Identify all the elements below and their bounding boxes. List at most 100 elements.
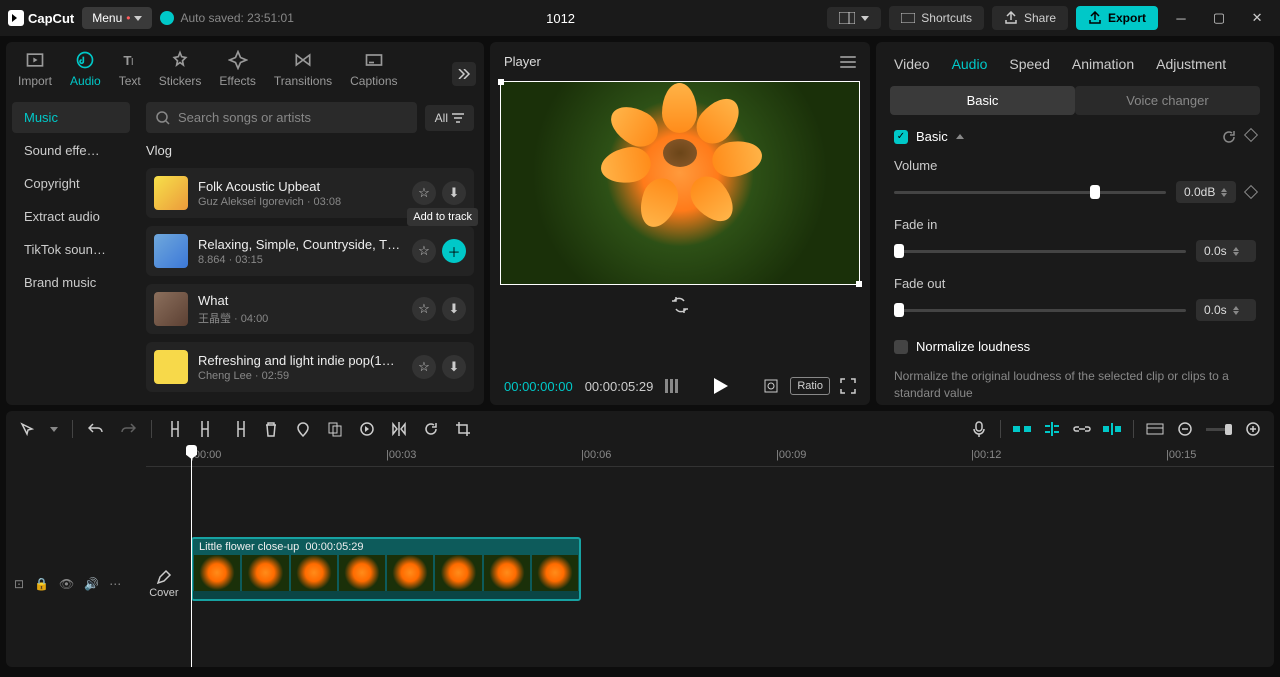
- download-button[interactable]: ⬇: [442, 355, 466, 379]
- tabs-scroll-right[interactable]: [452, 62, 476, 86]
- favorite-button[interactable]: ☆: [412, 239, 436, 263]
- play-button[interactable]: [714, 378, 728, 394]
- reset-icon[interactable]: [1222, 130, 1236, 144]
- more-icon[interactable]: ⋯: [109, 577, 121, 591]
- fullscreen-icon[interactable]: [840, 378, 856, 394]
- tool-dropdown[interactable]: [50, 427, 58, 432]
- delete-button[interactable]: [262, 421, 280, 437]
- fade-in-slider[interactable]: [894, 250, 1186, 253]
- close-button[interactable]: ✕: [1242, 3, 1272, 33]
- split-button[interactable]: [166, 421, 184, 437]
- cat-sound-effects[interactable]: Sound effe…: [12, 135, 130, 166]
- share-button[interactable]: Share: [992, 6, 1068, 30]
- minimize-button[interactable]: ─: [1166, 3, 1196, 33]
- tab-audio[interactable]: Audio: [70, 50, 101, 88]
- sub-tab-basic[interactable]: Basic: [890, 86, 1075, 115]
- section-title: Basic: [916, 129, 948, 144]
- select-tool[interactable]: [18, 422, 36, 436]
- zoom-in-button[interactable]: [1244, 422, 1262, 436]
- cat-copyright[interactable]: Copyright: [12, 168, 130, 199]
- zoom-out-button[interactable]: [1176, 422, 1194, 436]
- fade-in-value[interactable]: 0.0s: [1196, 240, 1256, 262]
- mirror-button[interactable]: [390, 422, 408, 436]
- favorite-button[interactable]: ☆: [412, 355, 436, 379]
- time-ruler[interactable]: |00:00 |00:03 |00:06 |00:09 |00:12 |00:1…: [146, 447, 1274, 467]
- volume-slider[interactable]: [894, 191, 1166, 194]
- switch-view-icon[interactable]: [670, 297, 690, 313]
- visibility-icon[interactable]: 👁: [59, 577, 74, 591]
- track-item[interactable]: Relaxing, Simple, Countryside, T…8.864 ·…: [146, 226, 474, 276]
- search-input[interactable]: Search songs or artists: [146, 102, 417, 133]
- collapse-icon[interactable]: [956, 134, 964, 139]
- rotate-button[interactable]: [422, 421, 440, 437]
- grid-view-icon[interactable]: [665, 379, 679, 393]
- chevron-down-icon: [134, 16, 142, 21]
- favorite-button[interactable]: ☆: [412, 181, 436, 205]
- fade-out-value[interactable]: 0.0s: [1196, 299, 1256, 321]
- crop-button[interactable]: [454, 421, 472, 437]
- marker-button[interactable]: [294, 421, 312, 437]
- track-thumbnail: [154, 350, 188, 384]
- mute-icon[interactable]: 🔊: [84, 577, 99, 591]
- zoom-slider[interactable]: [1206, 428, 1232, 431]
- track-item[interactable]: What王晶瑩 · 04:00 ☆⬇: [146, 284, 474, 334]
- timeline-tracks[interactable]: |00:00 |00:03 |00:06 |00:09 |00:12 |00:1…: [146, 447, 1274, 667]
- link-button[interactable]: [1073, 424, 1091, 434]
- inspector-panel: Video Audio Speed Animation Adjustment B…: [876, 42, 1274, 405]
- snap-button[interactable]: [1013, 423, 1031, 435]
- trim-right-button[interactable]: [230, 421, 248, 437]
- download-button[interactable]: ⬇: [442, 181, 466, 205]
- insp-tab-video[interactable]: Video: [894, 56, 930, 72]
- basic-checkbox[interactable]: ✓: [894, 130, 908, 144]
- copy-button[interactable]: [326, 421, 344, 437]
- normalize-checkbox[interactable]: [894, 340, 908, 354]
- export-button[interactable]: Export: [1076, 6, 1158, 30]
- align-button[interactable]: [1043, 422, 1061, 436]
- menu-button[interactable]: Menu•: [82, 7, 152, 29]
- timeline-settings-button[interactable]: [1146, 423, 1164, 435]
- tab-captions[interactable]: Captions: [350, 50, 397, 88]
- tab-transitions[interactable]: Transitions: [274, 50, 332, 88]
- crop-icon[interactable]: [762, 377, 780, 395]
- tab-effects[interactable]: Effects: [219, 50, 255, 88]
- mic-button[interactable]: [970, 421, 988, 437]
- lock-icon[interactable]: 🔒: [34, 577, 49, 591]
- layout-button[interactable]: [827, 7, 881, 29]
- filter-button[interactable]: All: [425, 105, 474, 131]
- tab-text[interactable]: TIText: [119, 50, 141, 88]
- reverse-button[interactable]: [358, 421, 376, 437]
- track-toggle-icon[interactable]: ⊡: [14, 577, 24, 591]
- track-title: Folk Acoustic Upbeat: [198, 179, 402, 194]
- preview-cut-button[interactable]: [1103, 423, 1121, 435]
- keyframe-icon[interactable]: [1244, 127, 1258, 141]
- volume-value[interactable]: 0.0dB: [1176, 181, 1236, 203]
- sub-tab-voice-changer[interactable]: Voice changer: [1075, 86, 1260, 115]
- tab-import[interactable]: Import: [18, 50, 52, 88]
- undo-button[interactable]: [87, 422, 105, 436]
- tab-stickers[interactable]: Stickers: [159, 50, 202, 88]
- insp-tab-animation[interactable]: Animation: [1072, 56, 1134, 72]
- insp-tab-speed[interactable]: Speed: [1009, 56, 1049, 72]
- download-button[interactable]: ⬇: [442, 297, 466, 321]
- track-item[interactable]: Refreshing and light indie pop(1…Cheng L…: [146, 342, 474, 392]
- playhead[interactable]: [191, 447, 192, 667]
- add-to-track-button[interactable]: ＋: [442, 239, 466, 263]
- media-tabs: Import Audio TIText Stickers Effects Tra…: [6, 42, 484, 96]
- cat-tiktok-sounds[interactable]: TikTok soun…: [12, 234, 130, 265]
- shortcuts-button[interactable]: Shortcuts: [889, 6, 984, 30]
- volume-keyframe[interactable]: [1244, 185, 1258, 199]
- video-clip[interactable]: Little flower close-up 00:00:05:29: [191, 537, 581, 601]
- insp-tab-adjustment[interactable]: Adjustment: [1156, 56, 1226, 72]
- favorite-button[interactable]: ☆: [412, 297, 436, 321]
- cat-extract-audio[interactable]: Extract audio: [12, 201, 130, 232]
- video-preview[interactable]: [500, 81, 860, 285]
- fade-out-slider[interactable]: [894, 309, 1186, 312]
- cat-music[interactable]: Music: [12, 102, 130, 133]
- trim-left-button[interactable]: [198, 421, 216, 437]
- ratio-button[interactable]: Ratio: [790, 377, 830, 395]
- insp-tab-audio[interactable]: Audio: [952, 56, 988, 72]
- player-menu-icon[interactable]: [840, 56, 856, 68]
- cat-brand-music[interactable]: Brand music: [12, 267, 130, 298]
- maximize-button[interactable]: ▢: [1204, 3, 1234, 33]
- redo-button[interactable]: [119, 422, 137, 436]
